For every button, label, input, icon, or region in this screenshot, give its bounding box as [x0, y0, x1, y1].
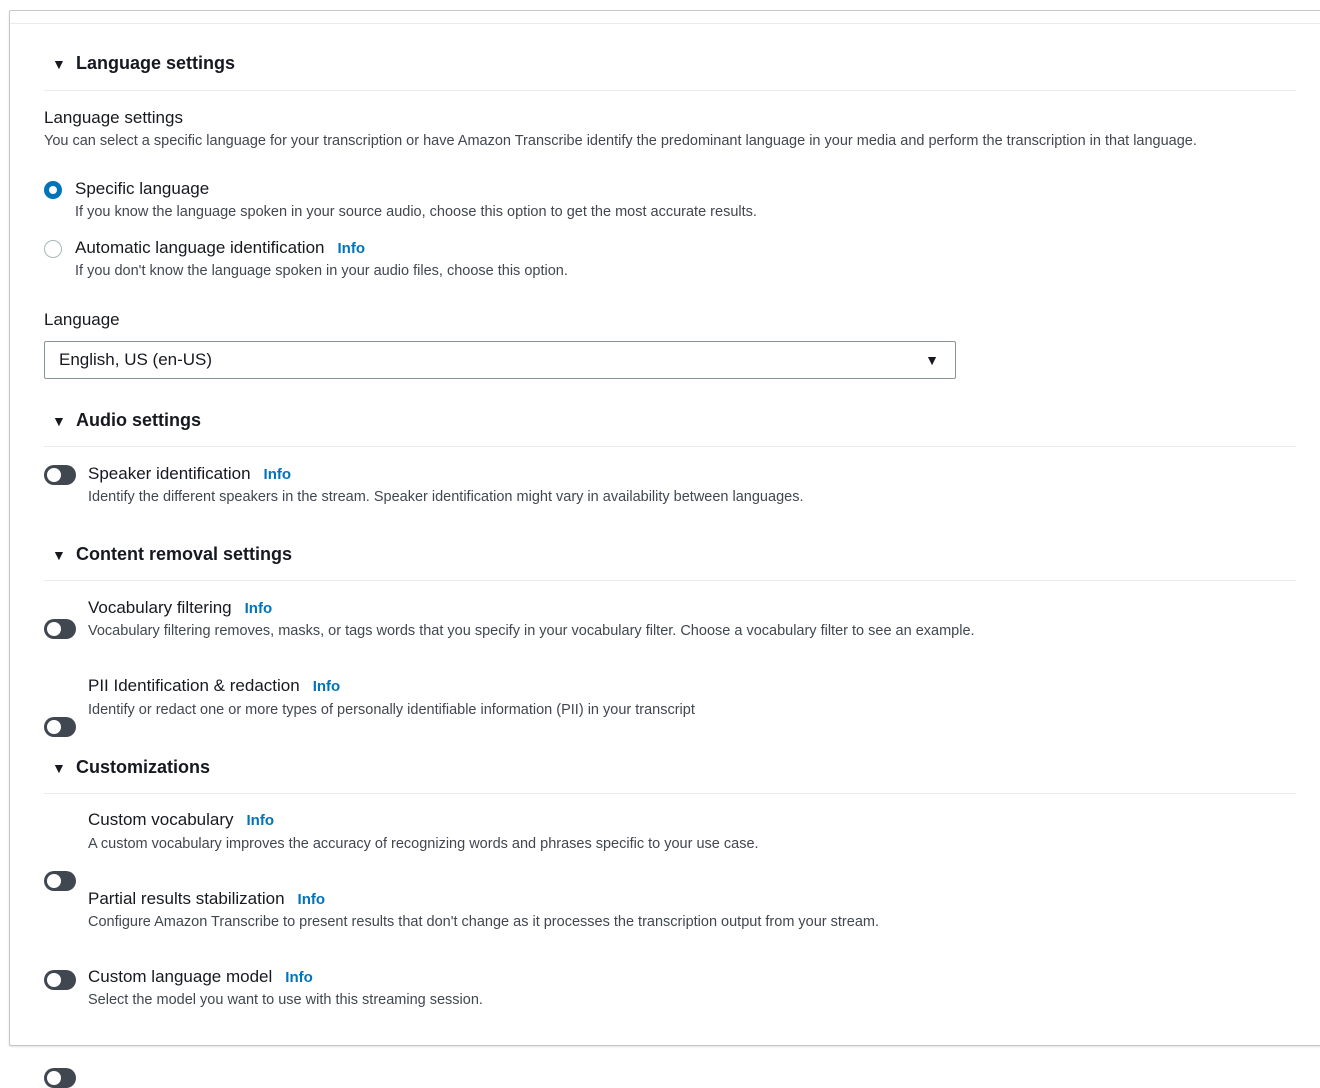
row-pii-identification: PII Identification & redaction Info	[88, 676, 340, 696]
row-vocabulary-filtering: Vocabulary filtering Info	[88, 598, 272, 618]
row-custom-language-model: Custom language model Info	[88, 967, 313, 987]
toggle-partial-results-stabilization[interactable]	[44, 970, 76, 990]
section-title-audio: Audio settings	[76, 410, 201, 430]
label-partial-results-stabilization: Partial results stabilization	[88, 889, 285, 908]
toggle-knob	[47, 468, 61, 482]
divider	[44, 90, 1296, 91]
info-link[interactable]: Info	[313, 678, 341, 695]
toggle-knob	[47, 1071, 61, 1085]
toggle-knob	[47, 874, 61, 888]
radio-label-automatic-language[interactable]: Automatic language identification	[75, 238, 325, 258]
section-header-audio[interactable]: ▼ Audio settings	[52, 410, 201, 431]
section-title-language: Language settings	[76, 53, 236, 73]
toggle-knob	[47, 973, 61, 987]
radio-row-automatic-language: Automatic language identification Info	[75, 238, 365, 258]
row-partial-results-stabilization: Partial results stabilization Info	[88, 889, 325, 909]
section-title-customizations: Customizations	[76, 757, 211, 777]
description-custom-vocabulary: A custom vocabulary improves the accurac…	[88, 836, 759, 852]
radio-label-specific-language[interactable]: Specific language	[75, 179, 209, 199]
section-header-content-removal[interactable]: ▼ Content removal settings	[52, 544, 292, 565]
toggle-custom-language-model[interactable]	[44, 1068, 76, 1088]
section-header-language[interactable]: ▼ Language settings	[52, 53, 235, 74]
language-select-value: English, US (en-US)	[59, 350, 213, 369]
info-link[interactable]: Info	[247, 812, 275, 829]
row-custom-vocabulary: Custom vocabulary Info	[88, 810, 274, 830]
radio-automatic-language[interactable]	[44, 240, 62, 258]
language-settings-heading: Language settings	[44, 108, 183, 127]
label-custom-vocabulary: Custom vocabulary	[88, 810, 234, 829]
caret-down-icon: ▼	[52, 546, 66, 563]
divider	[44, 793, 1296, 794]
panel-top-divider	[10, 23, 1320, 24]
caret-down-icon: ▼	[925, 352, 939, 368]
info-link[interactable]: Info	[298, 891, 326, 908]
section-header-customizations[interactable]: ▼ Customizations	[52, 757, 210, 778]
language-settings-description: You can select a specific language for y…	[44, 133, 1197, 149]
toggle-speaker-identification[interactable]	[44, 465, 76, 485]
toggle-pii-identification[interactable]	[44, 717, 76, 737]
info-link[interactable]: Info	[285, 969, 313, 986]
row-speaker-identification: Speaker identification Info	[88, 464, 291, 484]
divider	[44, 446, 1296, 447]
toggle-vocabulary-filtering[interactable]	[44, 619, 76, 639]
label-speaker-identification: Speaker identification	[88, 464, 251, 483]
info-link[interactable]: Info	[245, 600, 273, 617]
caret-down-icon: ▼	[52, 759, 66, 776]
info-link[interactable]: Info	[338, 240, 366, 257]
description-speaker-identification: Identify the different speakers in the s…	[88, 489, 804, 505]
caret-down-icon: ▼	[52, 412, 66, 429]
label-pii-identification: PII Identification & redaction	[88, 676, 300, 695]
language-label: Language	[44, 310, 120, 329]
label-vocabulary-filtering: Vocabulary filtering	[88, 598, 232, 617]
radio-specific-language[interactable]	[44, 181, 62, 199]
language-select[interactable]: English, US (en-US) ▼	[44, 341, 956, 379]
caret-down-icon: ▼	[52, 55, 66, 72]
toggle-knob	[47, 720, 61, 734]
section-title-content-removal: Content removal settings	[76, 544, 293, 564]
divider	[44, 580, 1296, 581]
toggle-custom-vocabulary[interactable]	[44, 871, 76, 891]
description-custom-language-model: Select the model you want to use with th…	[88, 992, 483, 1008]
description-partial-results-stabilization: Configure Amazon Transcribe to present r…	[88, 914, 880, 930]
label-custom-language-model: Custom language model	[88, 967, 273, 986]
radio-description-specific-language: If you know the language spoken in your …	[75, 204, 757, 220]
description-vocabulary-filtering: Vocabulary filtering removes, masks, or …	[88, 623, 975, 639]
radio-description-automatic-language: If you don't know the language spoken in…	[75, 263, 568, 279]
description-pii-identification: Identify or redact one or more types of …	[88, 702, 695, 718]
info-link[interactable]: Info	[264, 466, 292, 483]
toggle-knob	[47, 622, 61, 636]
